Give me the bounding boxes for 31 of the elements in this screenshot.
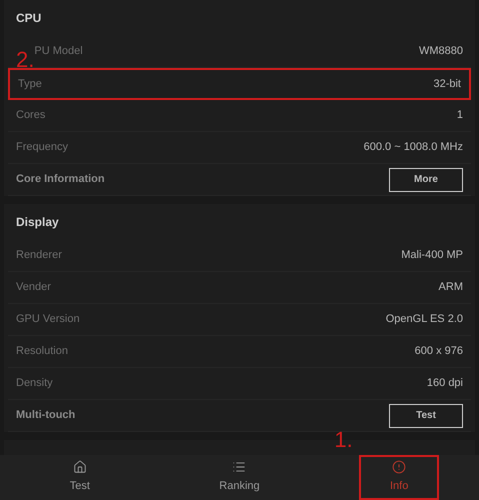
nav-tab[interactable]: Info: [359, 455, 440, 500]
row-label: Type: [18, 76, 42, 92]
row-value: 32-bit: [433, 76, 461, 92]
row-value: 160 dpi: [426, 376, 463, 392]
row-label: Resolution: [16, 344, 68, 360]
row-label: Cores: [16, 108, 46, 124]
alert-circle-icon: [392, 460, 406, 474]
row-label: Core Information: [16, 172, 105, 188]
row-label: PU Model: [34, 44, 83, 60]
row-value: ARM: [438, 280, 463, 296]
row-button[interactable]: Test: [389, 404, 463, 428]
row-value: 1: [456, 108, 463, 124]
row-value: OpenGL ES 2.0: [386, 312, 463, 328]
home-icon: [72, 460, 87, 474]
section-title: CPU: [15, 10, 42, 27]
row-value: 600 x 976: [414, 344, 463, 360]
row-button[interactable]: More: [389, 168, 463, 192]
row-value: Mali-400 MP: [401, 248, 463, 264]
annotation-number: 1.: [334, 429, 353, 451]
row-label: Multi-touch: [16, 408, 76, 424]
row-label: GPU Version: [16, 312, 80, 328]
row-value: 600.0 ~ 1008.0 MHz: [364, 140, 463, 156]
section-title: Display: [15, 214, 60, 231]
row-label: Renderer: [16, 248, 62, 264]
annotation-number: 2.: [16, 49, 34, 71]
nav-tab[interactable]: Ranking: [199, 455, 280, 500]
row-value: WM8880: [418, 44, 463, 60]
row-label: Vender: [16, 280, 51, 296]
row-label: Frequency: [16, 140, 68, 156]
row-label: Density: [16, 376, 53, 392]
nav-tab[interactable]: Test: [40, 455, 120, 500]
